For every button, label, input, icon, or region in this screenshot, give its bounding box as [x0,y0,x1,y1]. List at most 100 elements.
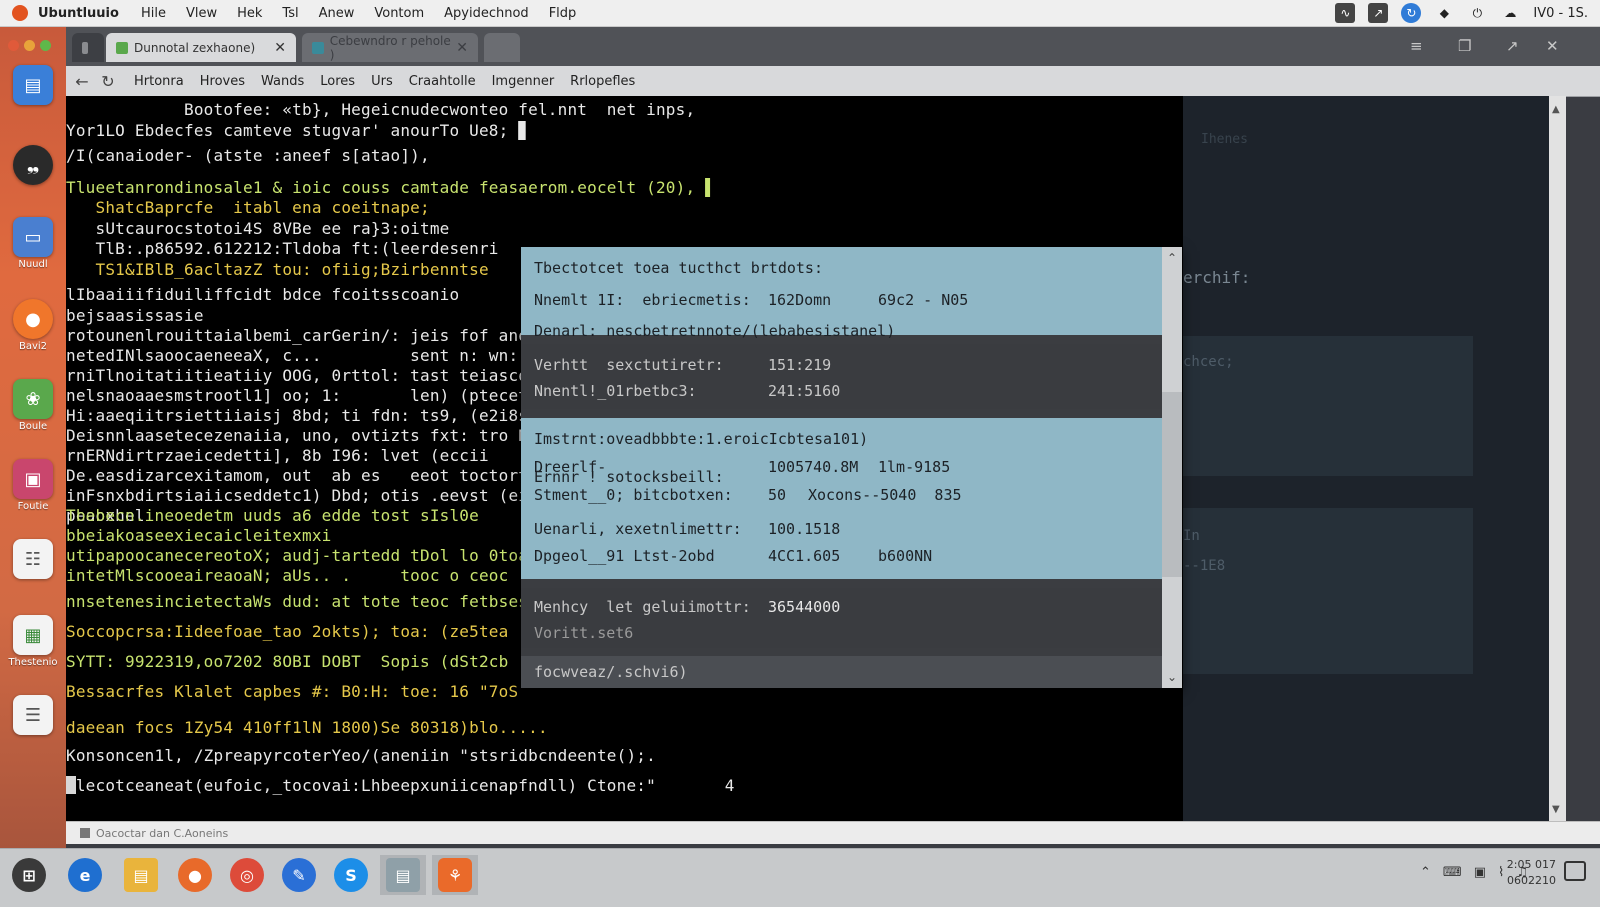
chrome-icon[interactable]: ◎ [230,858,264,892]
new-tab-button[interactable] [484,33,520,62]
toolbar-item-imgenner[interactable]: Imgenner [492,74,555,89]
scroll-up-icon[interactable]: ▲ [1552,104,1560,115]
details-popup[interactable]: Tbectotcet toea tucthct brtdots: Nnemlt … [521,247,1182,688]
popup-scrollbar[interactable]: ⌃ ⌄ [1162,247,1182,688]
popup-row-extra: 69c2 - N05 [878,291,969,309]
pencil-icon[interactable]: ✎ [282,858,316,892]
edge-icon[interactable]: e [68,858,102,892]
restore-icon[interactable]: ❐ [1458,37,1471,55]
software-icon[interactable]: ▣ [13,459,53,499]
files-icon[interactable]: ▤ [13,65,53,105]
launcher-firefox[interactable]: ● Bavi2 [8,299,58,352]
close-tab-icon[interactable]: ✕ [456,40,468,56]
close-icon[interactable]: ✕ [1546,37,1559,55]
launcher-document[interactable]: ☰ [8,695,58,735]
toolbar-item-properties[interactable]: Rrlopefles [570,74,635,89]
toolbar-item-wands[interactable]: Wands [261,74,304,89]
notification-icon[interactable] [1564,861,1586,881]
power-icon[interactable]: ⏻ [1467,3,1487,23]
launcher-nautilus[interactable]: ▭ Nuudl [8,217,58,270]
popup-row-value: 50 [768,486,787,504]
clock-time: 2:05 017 [1506,858,1556,871]
display-icon[interactable]: ▣ [1474,865,1486,880]
start-icon[interactable]: ⊞ [12,858,46,892]
nautilus-icon[interactable]: ▭ [13,217,53,257]
popup-section-instrument: Imstrnt:oveadbbbte:1.eroicIcbtesa101) Dr… [521,418,1162,579]
calculator-icon[interactable]: ☷ [13,539,53,579]
tab-inactive[interactable]: Cebewndro r pehole ) ✕ [302,33,478,62]
menu-app-name[interactable]: Ubuntluuio [38,6,119,21]
terminal-icon[interactable]: ❠ [13,145,53,185]
activity-icon[interactable]: ∿ [1335,3,1356,23]
menu-item-view[interactable]: Vlew [186,6,217,21]
side-panel-card: chcec; [1183,336,1473,476]
toolbar-item-urs[interactable]: Urs [371,74,393,89]
back-icon[interactable]: ← [72,72,92,91]
terminal-tab-icon [82,41,88,54]
toolbar-item-lores[interactable]: Lores [320,74,355,89]
refresh-icon[interactable]: ↻ [98,72,118,91]
firefox-icon[interactable]: ● [13,299,53,339]
folder-icon[interactable]: ▤ [124,858,158,892]
vertical-scrollbar[interactable]: ▲ ▼ [1549,96,1566,821]
close-window-icon[interactable] [8,40,19,51]
chevron-up-icon[interactable]: ⌃ [1167,251,1177,265]
menu-icon[interactable]: ≡ [1410,37,1423,55]
taskbar-chrome[interactable]: ◎ [224,855,270,895]
wifi-icon[interactable]: ⌇ [1498,865,1504,880]
cloud-icon[interactable]: ☁ [1500,3,1520,23]
taskbar-folder-alt[interactable]: ▤ [380,855,426,895]
chart-icon[interactable]: ↗ [1368,3,1389,23]
taskbar-start[interactable]: ⊞ [6,855,52,895]
menu-item-window[interactable]: Vontom [374,6,424,21]
chevron-up-icon[interactable]: ⌃ [1420,865,1431,880]
toolbar-item-hroves[interactable]: Hroves [200,74,245,89]
taskbar-clock[interactable]: 2:05 017 0602210 [1507,857,1556,889]
taskbar-pencil[interactable]: ✎ [276,855,322,895]
app-icon[interactable]: ⚘ [438,858,472,892]
taskbar-skype[interactable]: S [328,855,374,895]
terminal-line: inFsnxbdirtsiaiicseddetc1) Dbd; otis .ee… [66,486,548,505]
menu-item-fldp[interactable]: Fldp [549,6,577,21]
menu-item-new[interactable]: Anew [319,6,355,21]
skype-icon[interactable]: S [334,858,368,892]
menu-item-appearance[interactable]: Apyidechnod [444,6,529,21]
launcher-terminal[interactable]: ❠ [8,145,58,185]
ubuntu-logo-icon[interactable] [12,5,28,21]
launcher-files[interactable]: ▤ [8,65,58,105]
terminal-line: Tbebecn.ineoedetm uuds a6 edde tost sIsl… [66,506,479,525]
minimize-window-icon[interactable] [24,40,35,51]
taskbar-app[interactable]: ⚘ [432,855,478,895]
close-tab-icon[interactable]: ✕ [274,40,286,56]
firefox-icon[interactable]: ● [178,858,212,892]
taskbar-firefox[interactable]: ● [172,855,218,895]
launcher-software[interactable]: ▣ Foutie [8,459,58,512]
keyboard-icon[interactable]: ⌨ [1443,865,1462,880]
taskbar-folder[interactable]: ▤ [118,855,164,895]
toolbar-item-home[interactable]: Hrtonra [134,74,184,89]
launcher-photos[interactable]: ❀ Boule [8,379,58,432]
tab-active[interactable]: Dunnotal zexhaone) ✕ [106,33,296,62]
launcher-spreadsheet[interactable]: ▦ Thestenio [8,615,58,668]
menu-item-tools[interactable]: Tsl [282,6,298,21]
scroll-down-icon[interactable]: ▼ [1552,804,1560,815]
photos-icon[interactable]: ❀ [13,379,53,419]
chevron-down-icon[interactable]: ⌄ [1167,670,1177,684]
spreadsheet-icon[interactable]: ▦ [13,615,53,655]
update-icon[interactable]: ↻ [1401,3,1422,23]
launcher-calculator[interactable]: ☷ [8,539,58,579]
expand-icon[interactable]: ↗ [1506,37,1519,55]
location-icon[interactable]: ◆ [1434,3,1454,23]
toolbar-item-craahtolle[interactable]: Craahtolle [409,74,476,89]
document-icon[interactable]: ☰ [13,695,53,735]
menubar-clock[interactable]: IV0 - 1S. [1533,6,1588,21]
taskbar-edge[interactable]: e [62,855,108,895]
tab-pinned[interactable] [72,33,104,62]
terminal-line: ShatcBaprcfe itabl ena coeitnape; [66,198,430,217]
popup-scroll-thumb[interactable] [1162,392,1182,577]
menu-item-help[interactable]: Hek [237,6,262,21]
maximize-window-icon[interactable] [40,40,51,51]
popup-row-label: Denarl: nescbetretnnote/(lebabesistanel) [534,322,896,340]
menu-item-file[interactable]: Hile [141,6,166,21]
folder-alt-icon[interactable]: ▤ [386,858,420,892]
